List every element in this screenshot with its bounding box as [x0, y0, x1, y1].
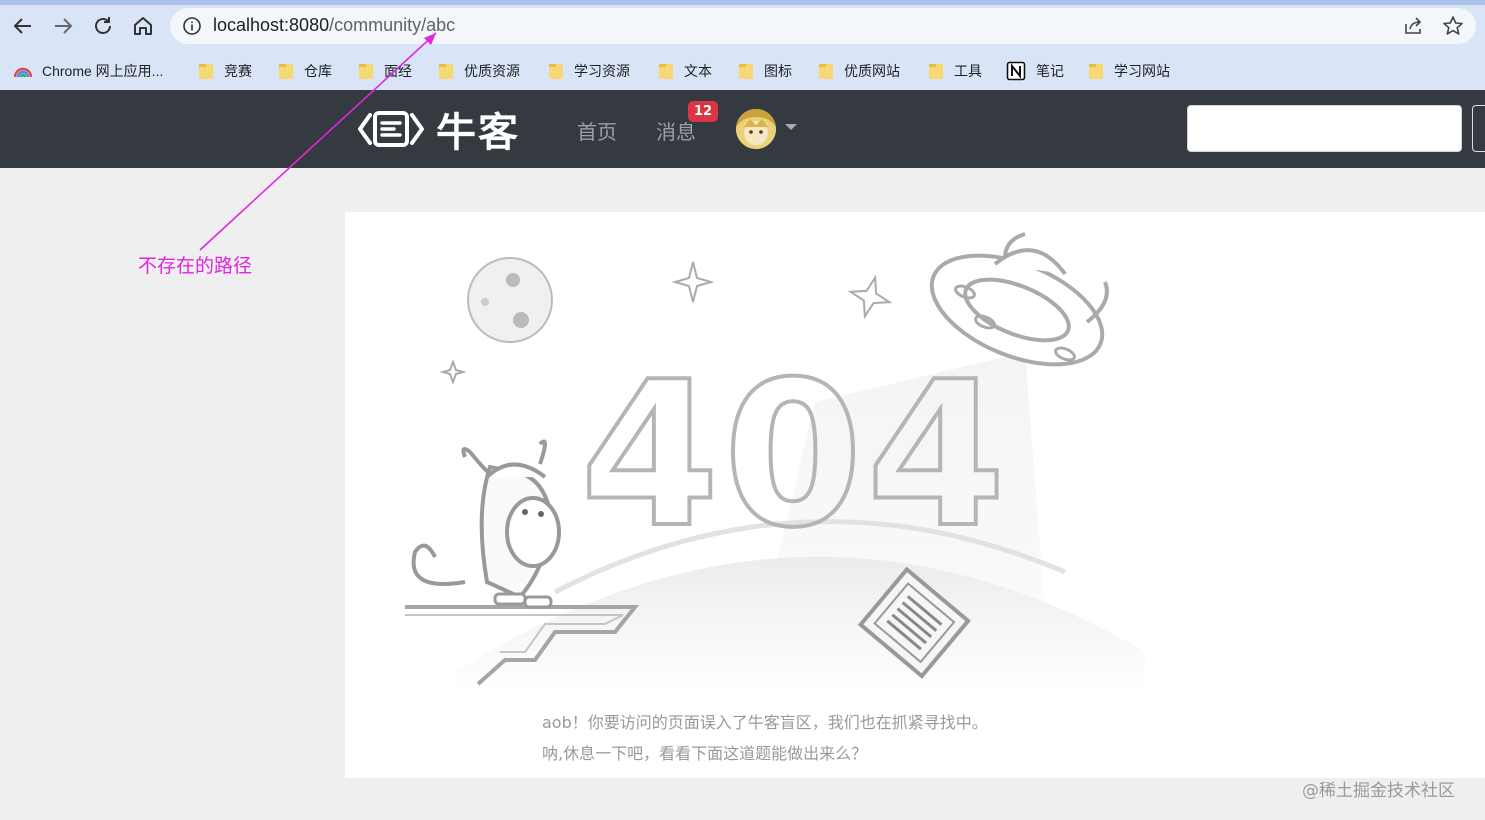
error-panel: 404 aob！你要访问的页面误入了牛客盲区，我们也在抓紧寻找中。 呐,休息一下…	[345, 212, 1485, 778]
search-input[interactable]	[1187, 105, 1462, 152]
bookmark-folder[interactable]: 优质资源	[438, 59, 520, 83]
watermark: @稀土掘金技术社区	[1302, 781, 1455, 801]
arrow-right-icon	[55, 18, 73, 34]
bookmark-folder[interactable]: 面经	[358, 59, 412, 83]
nav-home[interactable]: 首页	[577, 116, 617, 145]
folder-icon	[658, 63, 674, 79]
folder-icon	[438, 63, 454, 79]
logo-text: 牛客	[436, 110, 520, 156]
nowcoder-logo-icon	[358, 111, 424, 147]
notion-icon	[1006, 61, 1026, 81]
star-icon	[671, 261, 715, 303]
folder-icon	[1088, 63, 1104, 79]
bookmark-folder[interactable]: 文本	[658, 59, 712, 83]
bookmark-notion[interactable]: 笔记	[1006, 59, 1064, 83]
cow-mascot-icon	[411, 439, 561, 609]
folder-icon	[358, 63, 374, 79]
bookmark-folder[interactable]: 竞赛	[198, 59, 252, 83]
folder-icon	[738, 63, 754, 79]
bookmark-folder[interactable]: 学习资源	[548, 59, 630, 83]
bookmark-chrome-store[interactable]: Chrome 网上应用...	[14, 59, 163, 83]
bookmark-folder[interactable]: 学习网站	[1088, 59, 1170, 83]
folder-icon	[548, 63, 564, 79]
info-icon[interactable]	[182, 16, 202, 36]
tab-strip	[0, 0, 1485, 5]
bookmark-folder[interactable]: 工具	[928, 59, 982, 83]
reload-icon	[95, 17, 111, 34]
star-icon	[439, 359, 467, 385]
arrow-left-icon	[13, 18, 31, 34]
error-code-text: 404	[580, 339, 1009, 572]
error-message-line1: aob！你要访问的页面误入了牛客盲区，我们也在抓紧寻找中。	[542, 713, 988, 732]
avatar[interactable]	[736, 109, 776, 149]
address-bar[interactable]: localhost:8080/community/abc	[170, 8, 1476, 44]
error-message-line2: 呐,休息一下吧，看看下面这道题能做出来么？	[542, 744, 868, 763]
folder-icon	[928, 63, 944, 79]
folder-icon	[278, 63, 294, 79]
bookmark-folder[interactable]: 仓库	[278, 59, 332, 83]
bookmark-folder[interactable]: 图标	[738, 59, 792, 83]
site-header: 牛客 首页 消息 12	[0, 90, 1485, 168]
star-icon[interactable]	[1442, 15, 1464, 37]
bookmark-folder[interactable]: 优质网站	[818, 59, 900, 83]
home-icon	[134, 17, 152, 35]
site-logo[interactable]: 牛客	[358, 106, 520, 156]
message-count-badge: 12	[688, 101, 719, 122]
chevron-down-icon[interactable]	[785, 124, 797, 130]
rainbow-icon	[14, 67, 32, 78]
folder-icon	[198, 63, 214, 79]
reload-button[interactable]	[89, 12, 117, 40]
browser-toolbar: localhost:8080/community/abc	[0, 0, 1485, 52]
404-illustration: 404	[405, 232, 1145, 692]
star-icon	[847, 274, 893, 320]
bookmarks-bar: Chrome 网上应用... 竞赛 仓库 面经 优质资源 学习资源 文本 图标 …	[0, 52, 1485, 90]
avatar-image	[736, 109, 776, 149]
folder-icon	[818, 63, 834, 79]
search-button[interactable]	[1472, 105, 1485, 152]
back-button[interactable]	[9, 12, 37, 40]
forward-button[interactable]	[49, 12, 77, 40]
url-text[interactable]: localhost:8080/community/abc	[213, 15, 455, 36]
home-button[interactable]	[129, 12, 157, 40]
moon-icon	[467, 257, 553, 343]
annotation-label: 不存在的路径	[138, 255, 253, 277]
share-icon[interactable]	[1402, 15, 1424, 37]
